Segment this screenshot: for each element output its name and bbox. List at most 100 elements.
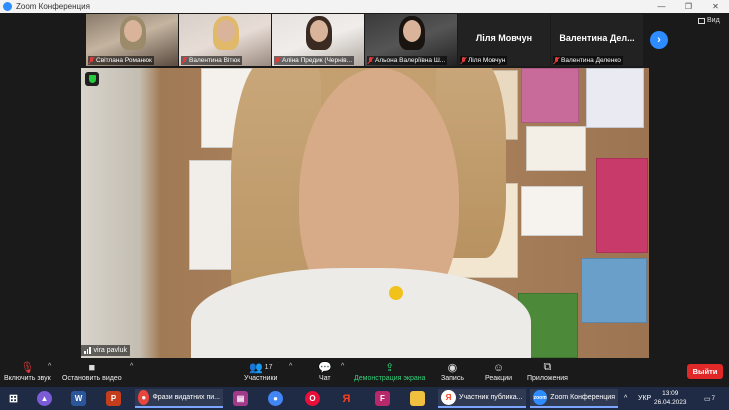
record-icon: ◉ [447, 362, 458, 374]
yandex-icon: Я [342, 392, 351, 405]
participant-name: Альона Валеріївна Ш... [375, 57, 446, 64]
apps-label: Приложения [527, 375, 568, 382]
view-button[interactable]: Вид [698, 17, 720, 24]
apps-button[interactable]: ⧉ Приложения [527, 360, 568, 382]
record-button[interactable]: ◉ Запись [441, 360, 464, 382]
grid-view-icon [698, 17, 705, 24]
speaker-name-tag: vira pavluk [81, 345, 130, 356]
yellow-pin [389, 286, 403, 300]
zoom-app-icon [3, 2, 12, 11]
participant-tile[interactable]: Ліля Мовчун Ліля Мовчун [458, 14, 550, 66]
participant-face [124, 20, 142, 42]
next-page-button[interactable]: › [650, 31, 668, 49]
opera-icon: O [305, 391, 320, 406]
participants-count: 17 [264, 364, 273, 371]
participant-face [217, 20, 235, 42]
view-label: Вид [707, 17, 720, 24]
participant-name-tag: Валентина Деленко [553, 56, 623, 65]
share-screen-button[interactable]: ⇪ Демонстрация экрана [354, 360, 426, 382]
taskbar-app[interactable]: F [375, 389, 390, 408]
wall-drawing [521, 68, 579, 123]
mic-muted-icon [89, 57, 94, 64]
audio-options-caret-icon[interactable]: ^ [48, 363, 51, 370]
taskbar-app[interactable]: P [106, 389, 121, 408]
wall-drawing [581, 258, 647, 323]
participants-label: Участники [244, 375, 278, 382]
language-indicator[interactable]: УКР [638, 389, 651, 408]
windows-taskbar: ⊞ ▲ W P ● Фрази видатних пи... ▤ ● O Я F… [0, 387, 729, 410]
taskbar-yandex-window[interactable]: Я Участник публика... [438, 389, 526, 408]
windows-logo-icon: ⊞ [8, 393, 19, 405]
taskbar-app[interactable]: O [305, 389, 320, 408]
video-options-caret-icon[interactable]: ^ [130, 363, 133, 370]
word-icon: W [71, 391, 86, 406]
smile-icon: ☺ [492, 361, 505, 374]
winrar-icon: ▤ [233, 391, 248, 406]
reactions-button[interactable]: ☺ Реакции [485, 360, 512, 383]
stop-video-button[interactable]: ■ Остановить видео [62, 360, 122, 383]
participant-tile[interactable]: Альона Валеріївна Ш... [365, 14, 457, 66]
minimize-icon[interactable]: — [648, 0, 675, 13]
leave-button[interactable]: Выйти [687, 364, 723, 379]
chrome-icon: ● [268, 391, 283, 406]
taskbar-app[interactable]: W [71, 389, 86, 408]
taskbar-chrome-window[interactable]: ● Фрази видатних пи... [135, 389, 223, 408]
wall-drawing [586, 68, 644, 128]
yandex-browser-icon: Я [441, 390, 456, 405]
clock-time: 13:09 [662, 390, 679, 397]
participant-face [403, 20, 421, 42]
stop-video-label: Остановить видео [62, 375, 122, 382]
notification-count: 7 [711, 395, 715, 402]
unmute-button[interactable]: 🎙 Включить звук [4, 360, 51, 382]
notification-icon: ▭ [704, 395, 711, 403]
taskbar-app[interactable]: ● [268, 389, 283, 408]
share-screen-label: Демонстрация экрана [354, 375, 426, 382]
participant-display-name: Валентина Дел... [559, 33, 635, 43]
participant-face [310, 20, 328, 42]
tray-overflow-caret-icon[interactable]: ^ [624, 389, 627, 408]
mic-muted-icon: 🎙 [20, 362, 35, 374]
wall-drawing [526, 126, 586, 171]
participant-tile[interactable]: Валентина Дел... Валентина Деленко [551, 14, 643, 66]
participant-tile[interactable]: Аліна Предик (Чернів... [272, 14, 364, 66]
wall-drawing [596, 158, 648, 253]
active-speaker-video[interactable]: vira pavluk [81, 68, 649, 358]
mic-muted-icon [554, 57, 559, 64]
camera-icon: ■ [88, 361, 96, 374]
participant-tile[interactable]: Світлана Романюк [86, 14, 178, 66]
window-controls: — ❐ ✕ [648, 0, 729, 13]
chevron-right-icon: › [657, 34, 661, 46]
zoom-window-title: Zoom Конференция [550, 394, 615, 401]
taskbar-app[interactable]: ▲ [37, 389, 52, 408]
participant-name: Валентина Вітюк [189, 57, 241, 64]
mic-muted-icon [275, 57, 280, 64]
participants-button[interactable]: 👥 17 Участники [244, 360, 277, 382]
participant-name: Ліля Мовчун [468, 57, 506, 64]
participants-caret-icon[interactable]: ^ [289, 363, 292, 370]
notifications-button[interactable]: ▭ 7 [704, 389, 715, 408]
clock[interactable]: 13:09 26.04.2023 [654, 389, 687, 407]
apps-icon: ⧉ [543, 361, 552, 373]
participant-tile[interactable]: Валентина Вітюк [179, 14, 271, 66]
taskbar-app[interactable] [410, 389, 425, 408]
share-screen-icon: ⇪ [385, 362, 395, 374]
chrome-icon: ● [138, 390, 150, 405]
participant-name: Світлана Романюк [96, 57, 152, 64]
taskbar-zoom-window[interactable]: zoom Zoom Конференция [530, 389, 618, 408]
participant-name: Валентина Деленко [561, 57, 621, 64]
chat-label: Чат [319, 375, 331, 382]
chat-caret-icon[interactable]: ^ [341, 363, 344, 370]
chat-button[interactable]: 💬 Чат [318, 360, 332, 382]
taskbar-app[interactable]: ▤ [233, 389, 248, 408]
assistant-icon: ▲ [37, 391, 52, 406]
taskbar-app[interactable]: Я [339, 389, 354, 408]
background-wall [81, 68, 139, 358]
mic-muted-icon [182, 57, 187, 64]
participant-name-tag: Валентина Вітюк [181, 56, 243, 65]
mic-muted-icon [461, 57, 466, 64]
maximize-icon[interactable]: ❐ [675, 0, 702, 13]
close-icon[interactable]: ✕ [702, 0, 729, 13]
title-bar: Zoom Конференция — ❐ ✕ [0, 0, 729, 13]
security-shield-icon[interactable] [85, 72, 99, 86]
start-button[interactable]: ⊞ [6, 389, 21, 408]
